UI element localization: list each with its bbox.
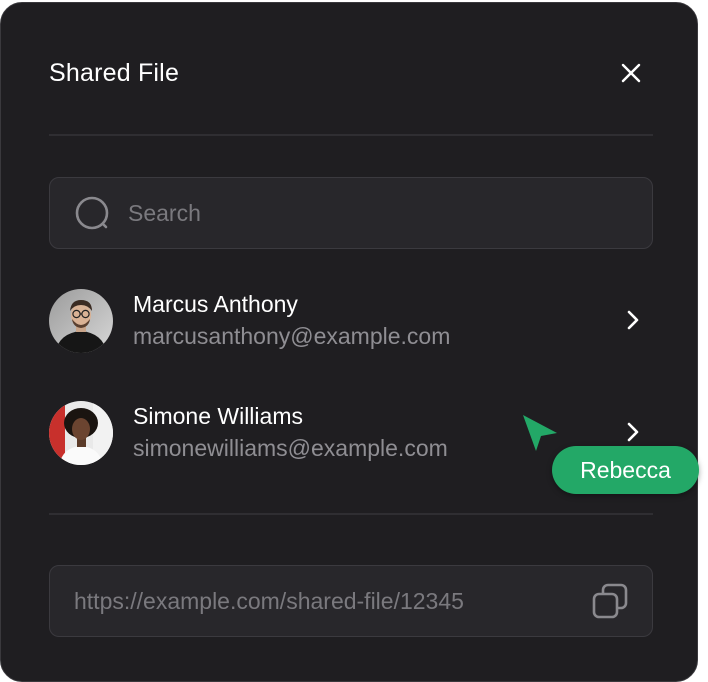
person-name: Simone Williams bbox=[133, 403, 303, 429]
avatar-marcus bbox=[49, 289, 113, 353]
dialog-header: Shared File bbox=[49, 55, 653, 95]
avatar-simone bbox=[49, 401, 113, 465]
avatar bbox=[49, 401, 113, 465]
list-divider bbox=[49, 513, 653, 515]
search-field[interactable] bbox=[49, 177, 653, 249]
close-button[interactable] bbox=[617, 59, 645, 87]
search-input[interactable] bbox=[128, 194, 608, 232]
copy-icon bbox=[592, 583, 628, 619]
person-name: Marcus Anthony bbox=[133, 291, 298, 317]
share-link-field[interactable]: https://example.com/shared-file/12345 bbox=[49, 565, 653, 637]
person-email: marcusanthony@example.com bbox=[133, 323, 451, 349]
cursor-arrow-icon bbox=[523, 415, 557, 451]
search-icon bbox=[75, 196, 109, 230]
shared-file-dialog: Shared File Search Marcus Anthony marcus… bbox=[0, 2, 698, 682]
dialog-title: Shared File bbox=[49, 59, 180, 87]
chevron-right-icon bbox=[627, 422, 639, 442]
header-divider bbox=[49, 134, 653, 136]
copy-link-button[interactable] bbox=[590, 582, 630, 622]
collaborator-cursor-label: Rebecca bbox=[552, 446, 699, 494]
close-icon bbox=[621, 63, 641, 83]
person-email: simonewilliams@example.com bbox=[133, 435, 448, 461]
share-link-url: https://example.com/shared-file/12345 bbox=[74, 588, 464, 614]
person-row-marcus[interactable]: Marcus Anthony marcusanthony@example.com bbox=[49, 289, 653, 353]
avatar bbox=[49, 289, 113, 353]
chevron-right-icon bbox=[627, 310, 639, 330]
